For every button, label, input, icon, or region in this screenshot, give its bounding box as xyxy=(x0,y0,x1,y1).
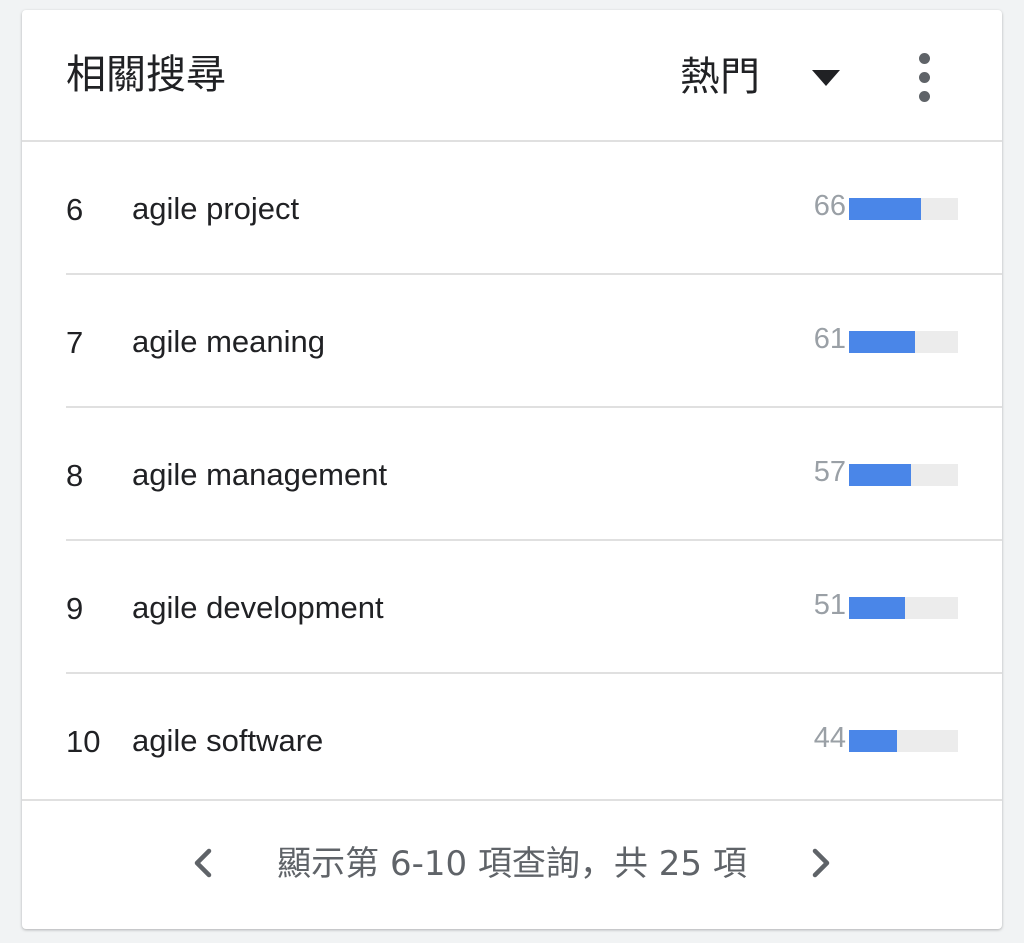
row-value-bar-fill xyxy=(849,597,905,619)
more-vert-icon-dot xyxy=(919,91,930,102)
related-queries-card: 相關搜尋 熱門 6 agile project 66 7 agile meani… xyxy=(22,10,1002,929)
row-query-link[interactable]: agile development xyxy=(132,590,384,626)
table-row[interactable]: 6 agile project 66 xyxy=(66,142,1002,275)
row-value-bar xyxy=(849,198,958,220)
row-value: 44 xyxy=(813,722,846,754)
table-row[interactable]: 7 agile meaning 61 xyxy=(66,275,1002,408)
row-value-bar xyxy=(849,597,958,619)
card-title: 相關搜尋 xyxy=(66,52,226,98)
pagination-footer: 顯示第 6-10 項查詢，共 25 項 xyxy=(22,799,1002,929)
row-value: 51 xyxy=(813,589,846,621)
row-value-bar xyxy=(849,730,958,752)
sort-dropdown[interactable]: 熱門 xyxy=(662,50,862,102)
query-list: 6 agile project 66 7 agile meaning 61 8 … xyxy=(22,142,1002,805)
more-vert-icon xyxy=(919,53,930,64)
row-value-bar-fill xyxy=(849,464,912,486)
row-query-link[interactable]: agile project xyxy=(132,191,299,227)
row-rank: 7 xyxy=(66,325,84,360)
more-options-button[interactable] xyxy=(908,50,944,106)
row-value-bar-fill xyxy=(849,730,897,752)
next-page-button[interactable] xyxy=(800,843,840,883)
more-vert-icon-dot xyxy=(919,72,930,83)
row-value-bar-fill xyxy=(849,198,921,220)
table-row[interactable]: 8 agile management 57 xyxy=(66,408,1002,541)
row-value: 57 xyxy=(813,456,846,488)
row-value-bar xyxy=(849,464,958,486)
row-value: 61 xyxy=(813,323,846,355)
row-query-link[interactable]: agile management xyxy=(132,457,387,493)
row-rank: 10 xyxy=(66,724,101,759)
row-query-link[interactable]: agile software xyxy=(132,723,323,759)
row-value-bar-fill xyxy=(849,331,916,353)
table-row[interactable]: 9 agile development 51 xyxy=(66,541,1002,674)
chevron-down-icon xyxy=(812,70,840,86)
table-row[interactable]: 10 agile software 44 xyxy=(22,674,1002,805)
card-header: 相關搜尋 熱門 xyxy=(22,10,1002,142)
chevron-right-icon xyxy=(812,848,830,878)
row-rank: 6 xyxy=(66,192,84,227)
pagination-status: 顯示第 6-10 項查詢，共 25 項 xyxy=(277,844,747,884)
sort-dropdown-label: 熱門 xyxy=(680,54,760,100)
row-rank: 9 xyxy=(66,591,84,626)
row-value-bar xyxy=(849,331,958,353)
row-rank: 8 xyxy=(66,458,84,493)
row-value: 66 xyxy=(813,190,846,222)
row-query-link[interactable]: agile meaning xyxy=(132,324,325,360)
